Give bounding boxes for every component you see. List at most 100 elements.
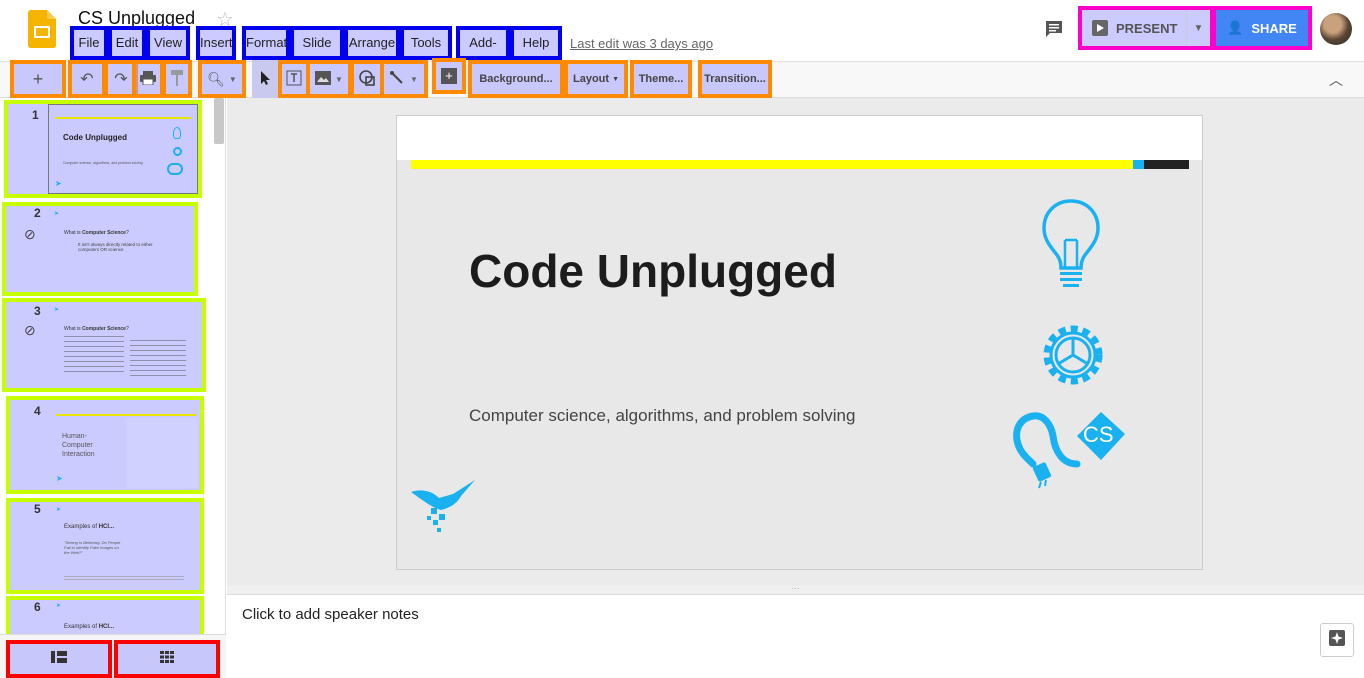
link-icon: ⊘: [24, 322, 36, 338]
slide-3-bullets-left: [64, 336, 124, 376]
grid-view-button[interactable]: [114, 640, 220, 678]
hummingbird-logo-icon: ➤: [56, 474, 63, 483]
image-icon: [315, 70, 332, 88]
slide-4-preview: Human-Computer Interaction ➤: [50, 404, 200, 490]
zoom-icon: 🔍︎: [207, 70, 225, 87]
slide-1-title: Code Unplugged: [63, 133, 127, 142]
slide-subtitle[interactable]: Computer science, algorithms, and proble…: [469, 406, 855, 426]
menu-format[interactable]: Format: [242, 26, 290, 60]
slide-thumbnail-3[interactable]: 3 ⊘ ➤ What is Computer Science?: [2, 298, 206, 392]
menu-tools[interactable]: Tools: [400, 26, 452, 60]
slide-1-preview: Code Unplugged Computer science, algorit…: [48, 104, 198, 194]
comments-icon[interactable]: [1044, 19, 1064, 39]
present-dropdown-icon[interactable]: ▼: [1186, 10, 1210, 46]
background-button[interactable]: Background...: [468, 60, 564, 98]
slide-thumbnail-2[interactable]: 2 ⊘ ➤ What is Computer Science? It isn't…: [2, 202, 198, 296]
menu-insert[interactable]: Insert: [196, 26, 236, 60]
slide-5-title: Examples of HCI...: [64, 524, 115, 530]
new-slide-button[interactable]: +: [10, 60, 66, 98]
present-button[interactable]: PRESENT ▼: [1078, 6, 1214, 50]
slide-number: 3: [34, 304, 41, 318]
hummingbird-logo-icon: ➤: [56, 603, 62, 609]
menu-help[interactable]: Help: [510, 26, 562, 60]
play-icon: [1092, 20, 1108, 36]
accent-bar: [55, 117, 191, 119]
cursor-arrow-icon: [260, 70, 272, 89]
filmstrip-view-icon: [51, 650, 67, 668]
menu-view[interactable]: View: [146, 26, 190, 60]
slide-filmstrip: 1 Code Unplugged Computer science, algor…: [0, 98, 226, 634]
speaker-notes-placeholder[interactable]: Click to add speaker notes: [242, 606, 419, 623]
slide-5-preview: ➤ Examples of HCI... "Seeing Is Believin…: [50, 506, 200, 590]
avatar[interactable]: [1320, 13, 1352, 45]
slide-number: 1: [32, 108, 39, 122]
hummingbird-logo-icon: ➤: [54, 307, 60, 313]
insert-comment-button[interactable]: +: [432, 58, 466, 94]
lightbulb-icon: [1041, 198, 1101, 293]
filmstrip-scrollbar[interactable]: [214, 98, 224, 144]
slide-2-title: What is Computer Science?: [64, 230, 129, 236]
menu-edit[interactable]: Edit: [108, 26, 146, 60]
gear-icon: [173, 147, 182, 156]
add-comment-icon: +: [441, 68, 457, 84]
slide-3-bullets-right: [130, 340, 186, 380]
line-icon: [390, 70, 404, 88]
menu-add-ons[interactable]: Add-ons: [456, 26, 510, 76]
notes-resize-handle[interactable]: ···: [227, 585, 1364, 594]
slide-header-band: [397, 116, 1202, 160]
speaker-notes-panel[interactable]: Click to add speaker notes: [227, 594, 1364, 677]
slide-4-image-panel: [126, 418, 198, 488]
select-button[interactable]: [252, 60, 280, 98]
slide-title[interactable]: Code Unplugged: [469, 244, 837, 298]
theme-button[interactable]: Theme...: [630, 60, 692, 98]
accent-bar: [56, 414, 196, 416]
menu-slide[interactable]: Slide: [290, 26, 344, 60]
print-icon: [140, 70, 156, 88]
cs-badge-text: CS: [1083, 422, 1114, 447]
slide-3-title: What is Computer Science?: [64, 326, 129, 332]
line-button[interactable]: ▼: [380, 60, 428, 98]
paint-format-icon: [171, 69, 183, 89]
slide-accent-bar-dark: [1144, 160, 1189, 169]
slide-2-body: It isn't always directly related to eith…: [78, 242, 153, 252]
last-edit-link[interactable]: Last edit was 3 days ago: [570, 36, 713, 51]
slide-thumbnail-5[interactable]: 5 ➤ Examples of HCI... "Seeing Is Believ…: [6, 498, 204, 594]
shape-button[interactable]: [350, 60, 384, 98]
slide-accent-bar-blue: [1133, 160, 1144, 169]
slide-5-footnote: [64, 576, 184, 582]
layout-button[interactable]: Layout ▼: [564, 60, 628, 98]
slide-thumbnail-6[interactable]: 6 ➤ Examples of HCI...: [6, 596, 204, 634]
slide-6-title: Examples of HCI...: [64, 624, 115, 630]
explore-button[interactable]: [1320, 623, 1354, 657]
layout-label: Layout: [573, 73, 610, 85]
menu-file[interactable]: File: [70, 26, 108, 60]
print-button[interactable]: [132, 60, 164, 98]
present-label: PRESENT: [1116, 20, 1178, 36]
main-slide[interactable]: Code Unplugged Computer science, algorit…: [396, 115, 1203, 570]
hummingbird-logo-icon: ➤: [54, 211, 60, 217]
grid-view-icon: [160, 650, 174, 668]
top-bar: CS Unplugged ☆ File Edit View Insert For…: [0, 0, 1364, 76]
slide-3-preview: ➤ What is Computer Science?: [50, 306, 200, 390]
paint-format-button[interactable]: [162, 60, 192, 98]
transition-label: Transition...: [704, 73, 766, 85]
share-person-icon: 👤: [1227, 20, 1244, 35]
zoom-button[interactable]: 🔍︎ ▼: [198, 60, 246, 98]
slide-thumbnail-1[interactable]: 1 Code Unplugged Computer science, algor…: [4, 100, 202, 198]
lightbulb-icon: [173, 127, 181, 139]
slide-thumbnail-4[interactable]: 4 Human-Computer Interaction ➤: [6, 396, 204, 494]
slide-1-subtitle: Computer science, algorithms, and proble…: [63, 161, 143, 165]
link-icon: ⊘: [24, 226, 36, 242]
slides-logo-icon[interactable]: [28, 10, 56, 48]
image-dropdown-icon: ▼: [335, 74, 343, 84]
filmstrip-view-button[interactable]: [6, 640, 112, 678]
line-dropdown-icon: ▼: [410, 74, 418, 84]
menu-arrange[interactable]: Arrange: [344, 26, 400, 60]
insert-image-button[interactable]: ▼: [306, 60, 352, 98]
view-switcher: [0, 634, 226, 678]
share-button[interactable]: 👤 SHARE: [1212, 6, 1312, 50]
slide-5-body: "Seeing Is Believing: Do People Fail to …: [64, 540, 121, 555]
undo-button[interactable]: ↶: [68, 60, 106, 98]
collapse-toolbar-icon[interactable]: ︿: [1326, 70, 1346, 90]
transition-button[interactable]: Transition...: [698, 60, 772, 98]
